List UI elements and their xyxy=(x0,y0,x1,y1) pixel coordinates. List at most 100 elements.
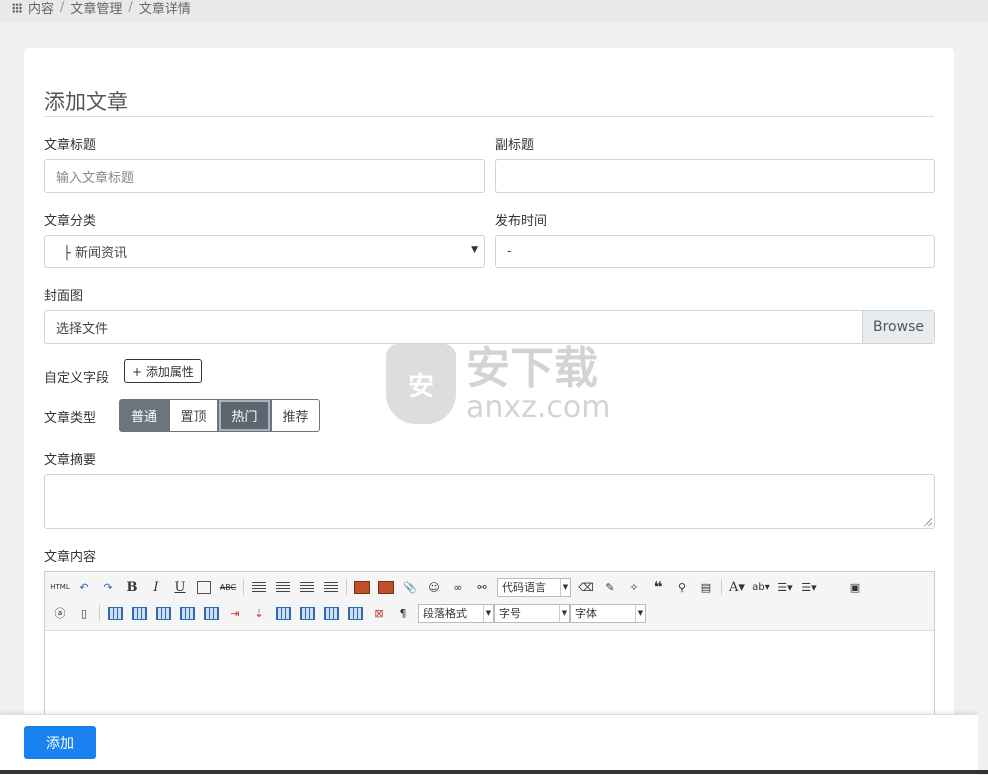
summary-label: 文章摘要 xyxy=(44,453,97,468)
toolbar-separator xyxy=(99,605,100,621)
breadcrumb-item-article-detail: 文章详情 xyxy=(138,2,191,17)
merge-cells-icon[interactable] xyxy=(178,604,196,622)
rich-text-editor[interactable]: HTML ↶ ↷ B I U ABC 📎 ☺ ∞ ⚯ 代码语言 ▼ ⌫ ✎ ✧ … xyxy=(44,571,935,731)
attachment-icon[interactable]: 📎 xyxy=(401,578,419,596)
title-divider xyxy=(44,116,934,117)
delete-row-icon[interactable]: ⇥ xyxy=(226,604,244,622)
insert-table-icon[interactable] xyxy=(106,604,124,622)
caret-down-icon: ▼ xyxy=(559,604,569,622)
align-justify-icon[interactable] xyxy=(322,578,340,596)
bold-icon[interactable]: B xyxy=(123,578,141,596)
code-language-select[interactable]: 代码语言 ▼ xyxy=(497,577,571,597)
font-color-icon[interactable]: A▾ xyxy=(728,578,746,596)
breadcrumb-separator: / xyxy=(60,0,65,15)
browse-button[interactable]: Browse xyxy=(862,311,934,343)
page-title: 添加文章 xyxy=(44,90,128,114)
format-brush-icon[interactable]: ✎ xyxy=(601,578,619,596)
subtitle-label: 副标题 xyxy=(495,138,535,153)
html-source-icon[interactable]: HTML xyxy=(50,578,69,596)
caret-down-icon: ▼ xyxy=(560,578,570,596)
redo-icon[interactable]: ↷ xyxy=(99,578,117,596)
delete-table-icon[interactable]: ⊠ xyxy=(370,604,388,622)
column-props-icon[interactable] xyxy=(346,604,364,622)
caret-down-icon: ▼ xyxy=(471,245,478,255)
resize-handle-icon[interactable] xyxy=(924,518,932,526)
footer-bar xyxy=(0,714,978,775)
align-center-icon[interactable] xyxy=(274,578,292,596)
type-option-normal[interactable]: 普通 xyxy=(119,399,169,432)
toolbar-separator xyxy=(721,579,722,595)
title-input-placeholder: 输入文章标题 xyxy=(56,170,135,186)
window-bottom-edge xyxy=(0,770,988,774)
category-label: 文章分类 xyxy=(44,214,97,229)
cover-file-input[interactable]: 选择文件 Browse xyxy=(44,310,935,344)
unordered-list-icon[interactable]: ☰▾ xyxy=(800,578,818,596)
insert-column-icon[interactable] xyxy=(154,604,172,622)
font-size-label: 字号 xyxy=(499,607,521,620)
breadcrumb-bar: 内容 / 文章管理 / 文章详情 xyxy=(0,0,988,23)
cover-file-placeholder: 选择文件 xyxy=(56,321,109,337)
unlink-icon[interactable]: ⚯ xyxy=(473,578,491,596)
insert-row-icon[interactable] xyxy=(130,604,148,622)
highlight-color-icon[interactable]: ab▾ xyxy=(752,578,770,596)
code-language-label: 代码语言 xyxy=(502,581,546,594)
underline-icon[interactable]: U xyxy=(171,578,189,596)
add-attribute-button[interactable]: + 添加属性 xyxy=(124,359,202,383)
magic-wand-icon[interactable]: ✧ xyxy=(625,578,643,596)
type-option-recommended[interactable]: 推荐 xyxy=(271,399,320,432)
select-all-icon[interactable]: ⓐ xyxy=(51,604,69,622)
new-page-icon[interactable]: ▯ xyxy=(75,604,93,622)
paragraph-format-label: 段落格式 xyxy=(423,607,467,620)
table-props-icon[interactable] xyxy=(274,604,292,622)
breadcrumb-separator: / xyxy=(128,0,133,15)
row-props-icon[interactable] xyxy=(322,604,340,622)
italic-icon[interactable]: I xyxy=(147,578,165,596)
title-input[interactable]: 输入文章标题 xyxy=(44,159,485,193)
breadcrumb-item-content[interactable]: 内容 xyxy=(28,0,54,17)
category-select[interactable]: ├ 新闻资讯 ▼ xyxy=(44,235,485,268)
multi-image-icon[interactable] xyxy=(377,578,395,596)
publish-time-input[interactable]: - xyxy=(495,235,935,268)
font-size-select[interactable]: 字号 ▼ xyxy=(494,603,570,623)
font-family-select[interactable]: 字体 ▼ xyxy=(570,603,646,623)
eraser-icon[interactable]: ⌫ xyxy=(577,578,595,596)
link-icon[interactable]: ∞ xyxy=(449,578,467,596)
summary-textarea[interactable] xyxy=(44,474,935,529)
paste-plain-icon[interactable]: ▤ xyxy=(697,578,715,596)
caret-down-icon: ▼ xyxy=(483,604,493,622)
blockquote-icon[interactable]: ❝ xyxy=(649,578,667,596)
breadcrumb: 内容 / 文章管理 / 文章详情 xyxy=(12,0,191,17)
type-option-hot[interactable]: 热门 xyxy=(218,399,271,432)
strikethrough-icon[interactable]: ABC xyxy=(219,578,237,596)
ordered-list-icon[interactable]: ☰▾ xyxy=(776,578,794,596)
split-cells-icon[interactable] xyxy=(202,604,220,622)
breadcrumb-item-article-management[interactable]: 文章管理 xyxy=(70,0,122,17)
toolbar-row-1: HTML ↶ ↷ B I U ABC 📎 ☺ ∞ ⚯ 代码语言 ▼ ⌫ ✎ ✧ … xyxy=(50,577,864,597)
content-label: 文章内容 xyxy=(44,550,97,565)
font-border-icon[interactable] xyxy=(195,578,213,596)
toolbar-row-2: ⓐ ▯ ⇥ ⇣ ⊠ ¶ 段落格式 ▼ 字号 ▼ 字体 ▼ xyxy=(51,603,646,623)
publish-time-label: 发布时间 xyxy=(495,214,548,229)
undo-icon[interactable]: ↶ xyxy=(75,578,93,596)
toolbar-separator xyxy=(243,579,244,595)
toolbar-separator xyxy=(346,579,347,595)
page-gutter xyxy=(978,23,988,774)
paragraph-format-select[interactable]: 段落格式 ▼ xyxy=(418,603,494,623)
emoji-icon[interactable]: ☺ xyxy=(425,578,443,596)
insert-title-row-icon[interactable]: ¶ xyxy=(394,604,412,622)
image-icon[interactable] xyxy=(353,578,371,596)
article-type-group: 普通 置顶 热门 推荐 xyxy=(119,399,320,432)
type-option-pinned[interactable]: 置顶 xyxy=(169,399,218,432)
publish-time-value: - xyxy=(507,244,512,259)
caret-down-icon: ▼ xyxy=(635,604,645,622)
align-left-icon[interactable] xyxy=(250,578,268,596)
align-right-icon[interactable] xyxy=(298,578,316,596)
subtitle-input[interactable] xyxy=(495,159,935,193)
search-replace-icon[interactable]: ⚲ xyxy=(673,578,691,596)
cell-props-icon[interactable] xyxy=(298,604,316,622)
fullscreen-icon[interactable]: ▣ xyxy=(846,578,864,596)
submit-add-button[interactable]: 添加 xyxy=(24,726,96,759)
custom-fields-label: 自定义字段 xyxy=(44,371,110,386)
delete-column-icon[interactable]: ⇣ xyxy=(250,604,268,622)
title-label: 文章标题 xyxy=(44,138,97,153)
